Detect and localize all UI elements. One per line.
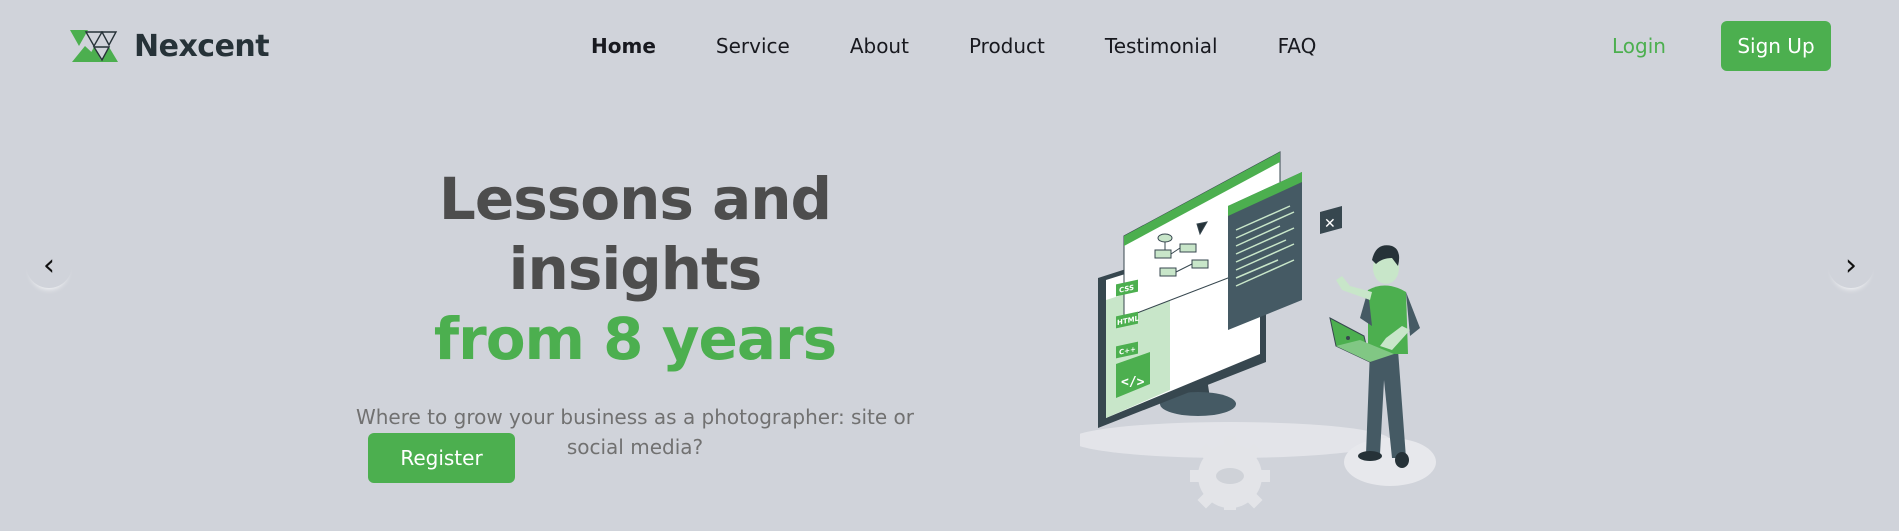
nav-item-product[interactable]: Product <box>969 34 1045 58</box>
logo-triangles-icon <box>70 30 118 62</box>
hero-section: Lessons and insights from 8 years Where … <box>320 164 950 462</box>
brand-logo[interactable]: Nexcent <box>70 28 270 64</box>
nav-item-home[interactable]: Home <box>591 34 656 58</box>
signup-button[interactable]: Sign Up <box>1721 21 1831 71</box>
top-navbar: Nexcent Home Service About Product Testi… <box>0 0 1899 94</box>
nav-item-faq[interactable]: FAQ <box>1278 34 1317 58</box>
carousel-prev-arrow-icon[interactable]: ‹ <box>26 242 72 288</box>
close-x-icon: ✕ <box>1324 216 1336 232</box>
hero-title-highlight: from 8 years <box>433 305 837 373</box>
developer-illustration: CSS HTML C++ </> ✕ <box>1080 151 1436 510</box>
nav-item-service[interactable]: Service <box>716 34 790 58</box>
register-button[interactable]: Register <box>368 433 515 483</box>
nav-item-testimonial[interactable]: Testimonial <box>1105 34 1218 58</box>
carousel-next-arrow-icon[interactable]: › <box>1828 242 1874 288</box>
hero-title-primary: Lessons and insights <box>438 165 832 303</box>
code-brackets-icon: </> <box>1121 375 1145 390</box>
login-link[interactable]: Login <box>1612 34 1666 58</box>
nav-item-about[interactable]: About <box>850 34 909 58</box>
main-nav: Home Service About Product Testimonial F… <box>591 34 1376 58</box>
brand-name: Nexcent <box>134 28 270 64</box>
